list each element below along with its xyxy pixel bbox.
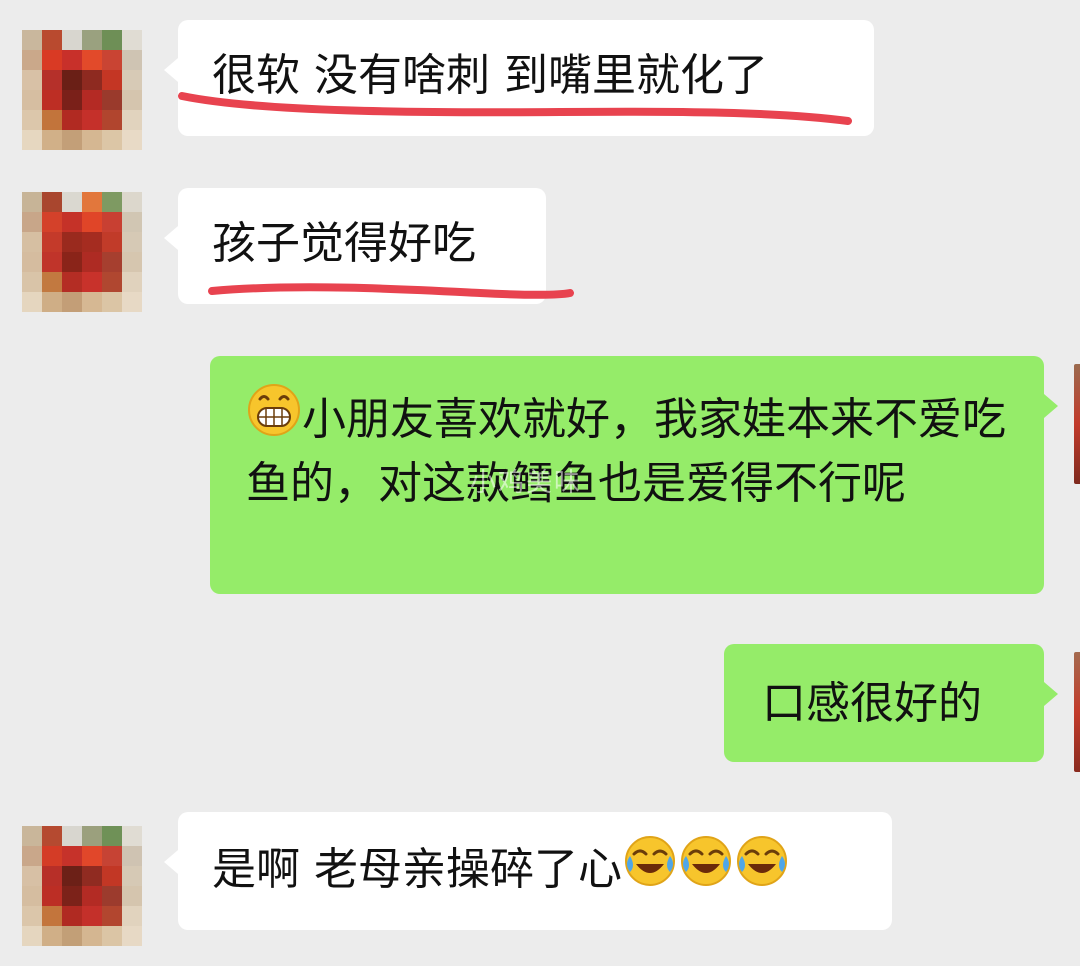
message-bubble-outgoing[interactable]: 小朋友喜欢就好，我家娃本来不爱吃鱼的，对这款鳕鱼也是爱得不行呢 [210,356,1058,594]
face-with-tears-of-joy-emoji-icon [678,832,734,904]
avatar-edge [1074,652,1080,772]
message-text: 孩子觉得好吃 [212,218,476,269]
message-text: 很软 没有啥刺 到嘴里就化了 [212,50,768,101]
chat-window: 很软 没有啥刺 到嘴里就化了 孩子觉得好吃 小朋友喜欢就好，我家娃本来不爱吃鱼的… [0,0,1080,966]
avatar-edge [1074,364,1080,484]
message-bubble-incoming[interactable]: 很软 没有啥刺 到嘴里就化了 [164,20,874,136]
watermark: 小鸡美味 [470,468,583,498]
message-text: 口感很好的 [762,678,982,729]
message-text: 小朋友喜欢就好，我家娃本来不爱吃鱼的，对这款鳕鱼也是爱得不行呢 [246,394,1006,509]
avatar[interactable] [22,192,142,312]
face-with-tears-of-joy-emoji-icon [622,832,678,904]
message-bubble-incoming[interactable]: 是啊 老母亲操碎了心 [164,812,892,930]
message-bubble-outgoing[interactable]: 口感很好的 [724,644,1058,762]
face-with-tears-of-joy-emoji-icon [734,832,790,904]
message-bubble-incoming[interactable]: 孩子觉得好吃 [164,188,546,304]
avatar[interactable] [22,30,142,150]
grinning-face-emoji-icon [246,382,302,454]
avatar[interactable] [22,826,142,946]
message-text: 是啊 老母亲操碎了心 [212,844,622,895]
